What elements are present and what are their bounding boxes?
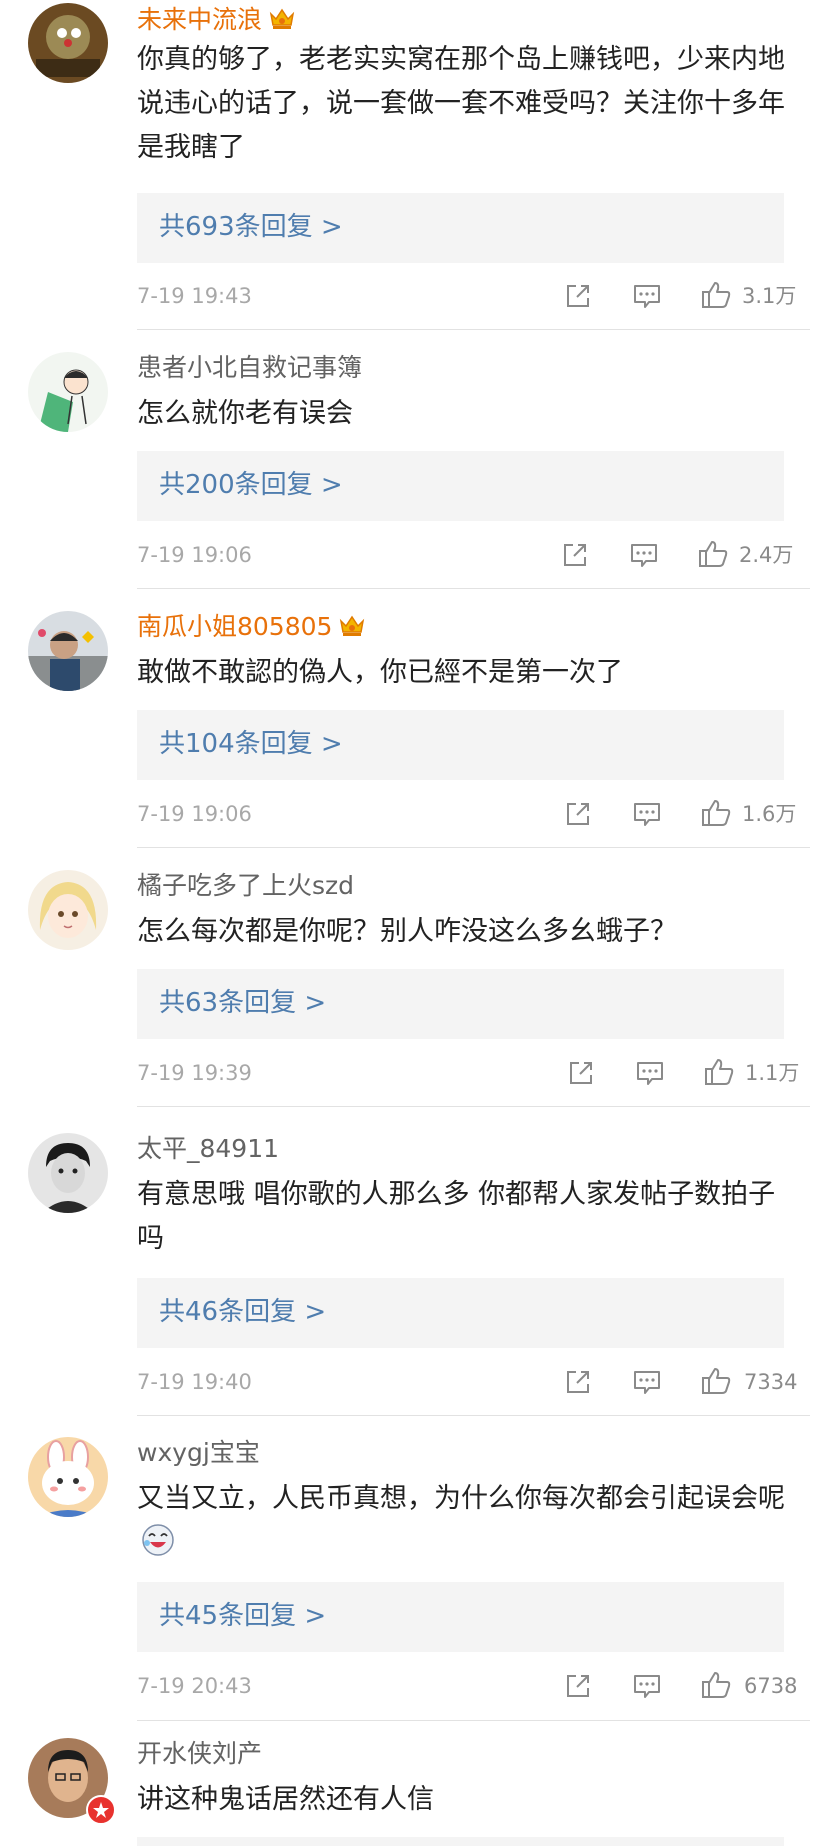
reply-count-button[interactable]: 共693条回复 >: [137, 193, 784, 263]
username[interactable]: 太平_84911: [137, 1133, 279, 1165]
username[interactable]: 南瓜小姐805805: [137, 611, 366, 646]
laughing-emoji-icon: [141, 1523, 175, 1571]
comment-item: wxygj宝宝 又当又立，人民币真想，为什么你每次都会引起误会呢 共45条回复 …: [0, 1416, 828, 1721]
thumbs-up-icon[interactable]: [700, 280, 732, 314]
timestamp: 7-19 19:06: [137, 543, 252, 567]
comment-item: 患者小北自救记事簿 怎么就你老有误会 共200条回复 > 7-19 19:06 …: [0, 330, 828, 589]
username[interactable]: 患者小北自救记事簿: [137, 352, 362, 384]
share-icon[interactable]: [564, 282, 592, 314]
reply-count-button[interactable]: 共63条回复 >: [137, 969, 784, 1039]
comment-icon[interactable]: [635, 1059, 665, 1091]
comment-text: 怎么每次都是你呢？别人咋没这么多幺蛾子？: [137, 916, 677, 947]
comment-item: 太平_84911 有意思哦 唱你歌的人那么多 你都帮人家发帖子数拍子吗 共46条…: [0, 1107, 828, 1416]
comment-icon[interactable]: [629, 541, 659, 573]
comment-text: 你真的够了，老老实实窝在那个岛上赚钱吧，少来内地说违心的话了，说一套做一套不难受…: [137, 44, 785, 163]
comment-icon[interactable]: [632, 800, 662, 832]
verified-badge-icon: [86, 1795, 116, 1825]
reply-count-button[interactable]: 共46条回复 >: [137, 1278, 784, 1348]
comment-icon[interactable]: [632, 1368, 662, 1400]
like-count: 3.1万: [742, 284, 797, 308]
share-icon[interactable]: [564, 1368, 592, 1400]
timestamp: 7-19 19:06: [137, 802, 252, 826]
comment-item: 未来中流浪 你真的够了，老老实实窝在那个岛上赚钱吧，少来内地说违心的话了，说一套…: [0, 0, 828, 330]
reply-count-button[interactable]: 共200条回复 >: [137, 451, 784, 521]
like-count: 6738: [744, 1674, 798, 1698]
reply-count-button[interactable]: 共45条回复 >: [137, 1582, 784, 1652]
comment-item: 橘子吃多了上火szd 怎么每次都是你呢？别人咋没这么多幺蛾子？ 共63条回复 >…: [0, 848, 828, 1107]
comment-icon[interactable]: [632, 282, 662, 314]
avatar[interactable]: [28, 611, 108, 691]
avatar[interactable]: [28, 352, 108, 432]
share-icon[interactable]: [567, 1059, 595, 1091]
thumbs-up-icon[interactable]: [703, 1057, 735, 1091]
avatar[interactable]: [28, 1133, 108, 1213]
timestamp: 7-19 19:43: [137, 284, 252, 308]
like-count: 1.6万: [742, 802, 797, 826]
reply-count-button[interactable]: [137, 1837, 784, 1846]
reply-count-button[interactable]: 共104条回复 >: [137, 710, 784, 780]
username[interactable]: wxygj宝宝: [137, 1437, 260, 1469]
share-icon[interactable]: [561, 541, 589, 573]
avatar[interactable]: [28, 3, 108, 83]
timestamp: 7-19 20:43: [137, 1674, 252, 1698]
crown-badge-icon: [338, 612, 366, 646]
thumbs-up-icon[interactable]: [700, 1366, 732, 1400]
comment-item: 南瓜小姐805805 敢做不敢認的偽人，你已經不是第一次了 共104条回复 > …: [0, 589, 828, 848]
comment-text: 又当又立，人民币真想，为什么你每次都会引起误会呢: [137, 1477, 798, 1571]
thumbs-up-icon[interactable]: [700, 798, 732, 832]
comment-text: 讲这种鬼话居然还有人信: [137, 1784, 434, 1815]
share-icon[interactable]: [564, 1672, 592, 1704]
like-count: 2.4万: [739, 543, 794, 567]
comment-text: 敢做不敢認的偽人，你已經不是第一次了: [137, 657, 623, 688]
avatar[interactable]: [28, 870, 108, 950]
thumbs-up-icon[interactable]: [700, 1670, 732, 1704]
crown-badge-icon: [268, 5, 296, 39]
comment-item: 开水侠刘产 讲这种鬼话居然还有人信: [0, 1721, 828, 1846]
timestamp: 7-19 19:39: [137, 1061, 252, 1085]
comment-text: 怎么就你老有误会: [137, 398, 353, 429]
share-icon[interactable]: [564, 800, 592, 832]
like-count: 7334: [744, 1370, 798, 1394]
timestamp: 7-19 19:40: [137, 1370, 252, 1394]
username[interactable]: 未来中流浪: [137, 4, 296, 39]
username[interactable]: 开水侠刘产: [137, 1738, 262, 1770]
like-count: 1.1万: [745, 1061, 800, 1085]
comment-text: 有意思哦 唱你歌的人那么多 你都帮人家发帖子数拍子吗: [137, 1179, 776, 1254]
thumbs-up-icon[interactable]: [697, 539, 729, 573]
avatar[interactable]: [28, 1437, 108, 1517]
username[interactable]: 橘子吃多了上火szd: [137, 870, 354, 902]
comment-icon[interactable]: [632, 1672, 662, 1704]
